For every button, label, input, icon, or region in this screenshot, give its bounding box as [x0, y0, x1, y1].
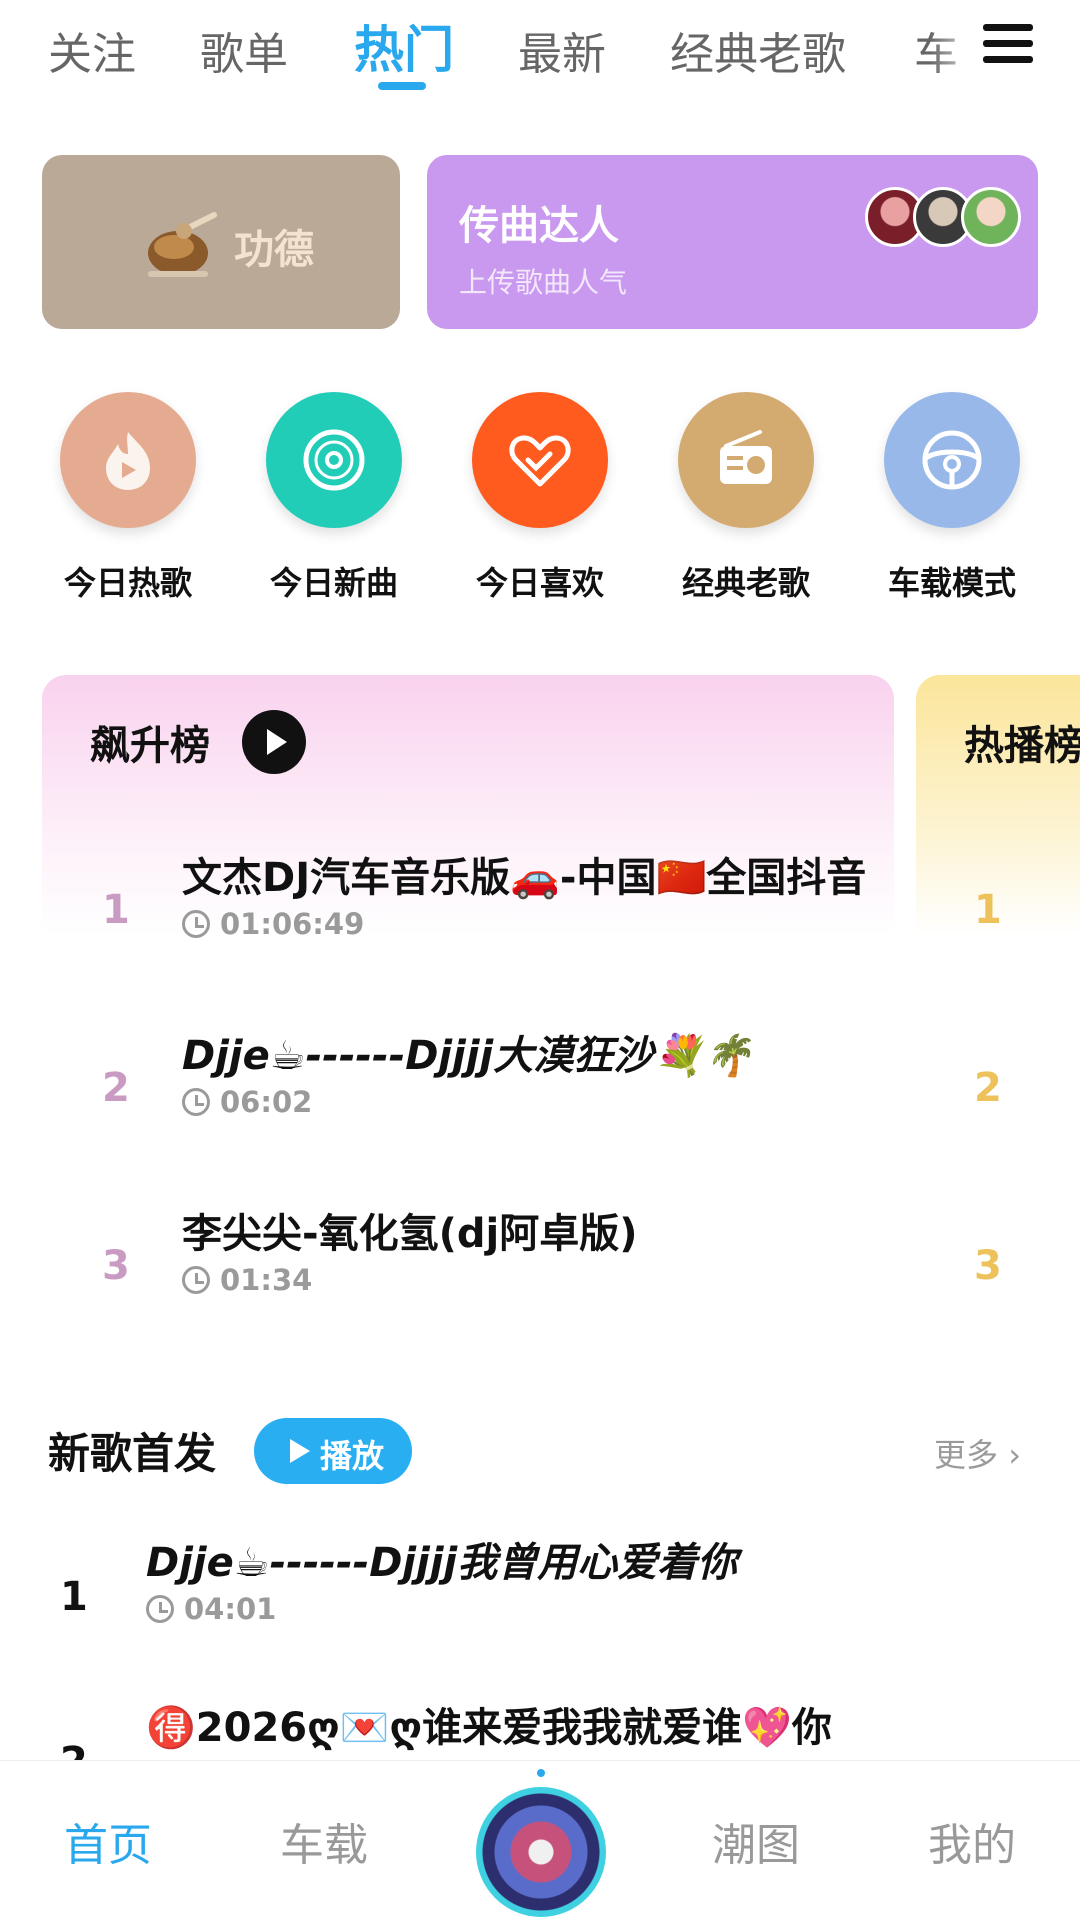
quick-today-new-label: 今日新曲 — [269, 564, 398, 602]
radio-icon — [720, 430, 772, 484]
player-indicator-dot — [537, 1769, 545, 1777]
quick-car-mode-label: 车载模式 — [887, 564, 1016, 602]
wooden-fish-icon — [148, 212, 217, 277]
hot-play-chart-card[interactable]: 热播榜 1 2 3 — [916, 675, 1080, 1335]
chevron-right-icon: › — [1008, 1436, 1021, 1474]
flame-play-icon — [106, 432, 150, 490]
vinyl-disc-icon — [303, 429, 365, 491]
nav-car[interactable]: 车载 — [280, 1809, 368, 1873]
surge-row-2[interactable]: 2 Djje☕------Djjjj大漠狂沙💐🌴 06:02 — [42, 1023, 894, 1173]
upload-master-banner[interactable]: 传曲达人 上传歌曲人气 — [427, 155, 1038, 329]
menu-icon[interactable] — [983, 24, 1033, 64]
steering-wheel-icon — [922, 430, 982, 490]
avatar — [961, 187, 1021, 247]
quick-today-hot[interactable]: 今日热歌 — [58, 392, 198, 604]
quick-today-like[interactable]: 今日喜欢 — [470, 392, 610, 604]
quick-today-like-label: 今日喜欢 — [475, 564, 604, 602]
song-title: 文杰DJ汽车音乐版🚗-中国🇨🇳全国抖音 — [182, 855, 867, 901]
quick-car-mode[interactable]: 车载模式 — [882, 392, 1022, 604]
quick-classic-label: 经典老歌 — [681, 564, 810, 602]
bottom-nav-bar: 首页 车载 潮图 我的 — [0, 1760, 1080, 1920]
quick-today-new[interactable]: 今日新曲 — [264, 392, 404, 604]
clock-icon — [146, 1595, 174, 1623]
song-title: 李尖尖-氧化氢(dj阿卓版) — [182, 1211, 638, 1257]
tab-follow[interactable]: 关注 — [48, 18, 136, 82]
song-duration: 01:06:49 — [182, 907, 364, 941]
hot-play-chart-title: 热播榜 — [964, 723, 1080, 769]
active-tab-indicator — [378, 82, 426, 90]
rank-number: 1 — [60, 1574, 88, 1620]
tab-hot[interactable]: 热门 — [354, 10, 454, 82]
surge-play-button[interactable] — [242, 710, 306, 774]
surge-row-1[interactable]: 1 文杰DJ汽车音乐版🚗-中国🇨🇳全国抖音 01:06:49 — [42, 845, 894, 995]
play-icon — [290, 1439, 310, 1463]
new-song-row-1[interactable]: 1 Djje☕------Djjjj我曾用心爱着你 04:01 — [0, 1530, 1080, 1680]
song-title: Djje☕------Djjjj我曾用心爱着你 — [146, 1540, 738, 1586]
clock-icon — [182, 1266, 210, 1294]
nav-trend-images[interactable]: 潮图 — [712, 1809, 800, 1873]
merit-label: 功德 — [234, 227, 314, 273]
rank-number: 3 — [974, 1243, 1002, 1289]
quick-today-like-circle — [472, 392, 608, 528]
song-duration: 04:01 — [146, 1592, 276, 1626]
nav-home[interactable]: 首页 — [64, 1809, 152, 1873]
top-tab-bar: 关注 歌单 热门 最新 经典老歌 车 — [0, 0, 1080, 110]
merit-banner[interactable]: 功德 — [42, 155, 400, 329]
surge-chart-title: 飙升榜 — [90, 723, 210, 769]
rank-number: 3 — [102, 1243, 130, 1289]
hot-row-1[interactable]: 1 — [916, 845, 1080, 995]
clock-icon — [182, 1088, 210, 1116]
song-duration: 06:02 — [182, 1085, 312, 1119]
song-duration: 01:34 — [182, 1263, 312, 1297]
rank-number: 1 — [102, 887, 130, 933]
now-playing-disc[interactable] — [476, 1787, 606, 1917]
clock-icon — [182, 910, 210, 938]
quick-car-mode-circle — [884, 392, 1020, 528]
new-songs-play-button[interactable]: 播放 — [254, 1418, 412, 1484]
quick-today-new-circle — [266, 392, 402, 528]
rank-number: 1 — [974, 887, 1002, 933]
upload-master-title: 传曲达人 — [459, 203, 619, 249]
rank-number: 2 — [974, 1065, 1002, 1111]
hot-row-2[interactable]: 2 — [916, 1023, 1080, 1173]
new-songs-title: 新歌首发 — [48, 1429, 217, 1478]
song-title: Djje☕------Djjjj大漠狂沙💐🌴 — [182, 1033, 753, 1079]
surge-row-3[interactable]: 3 李尖尖-氧化氢(dj阿卓版) 01:34 — [42, 1201, 894, 1351]
song-title: 🉐2026ღ💌ღ谁来爱我我就爱谁💖你 — [146, 1705, 832, 1751]
quick-today-hot-label: 今日热歌 — [63, 564, 192, 602]
rank-number: 2 — [102, 1065, 130, 1111]
more-link[interactable]: 更多 › — [934, 1430, 1021, 1476]
tab-latest[interactable]: 最新 — [518, 18, 606, 82]
quick-classic[interactable]: 经典老歌 — [676, 392, 816, 604]
tab-playlists[interactable]: 歌单 — [200, 18, 288, 82]
hot-row-3[interactable]: 3 — [916, 1201, 1080, 1351]
tab-classic-oldies[interactable]: 经典老歌 — [670, 18, 846, 82]
upload-master-subtitle: 上传歌曲人气 — [459, 266, 628, 299]
quick-classic-circle — [678, 392, 814, 528]
heart-icon — [509, 435, 571, 487]
nav-me[interactable]: 我的 — [928, 1809, 1016, 1873]
surge-chart-card[interactable]: 飙升榜 1 文杰DJ汽车音乐版🚗-中国🇨🇳全国抖音 01:06:49 2 Djj… — [42, 675, 894, 1335]
quick-today-hot-circle — [60, 392, 196, 528]
